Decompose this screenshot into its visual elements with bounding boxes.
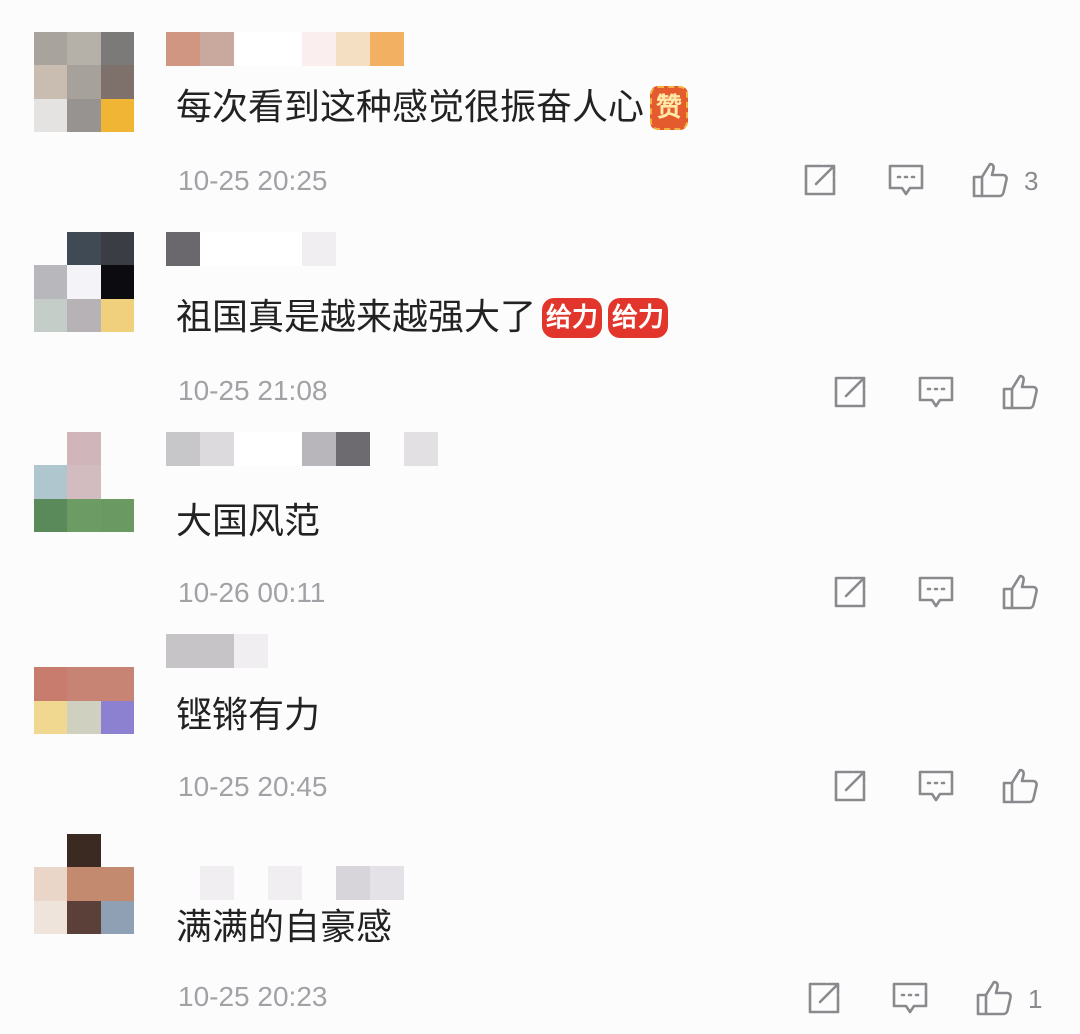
share-icon[interactable] xyxy=(830,766,870,806)
comment-time: 10-25 21:08 xyxy=(178,375,328,406)
comment-time: 10-25 20:23 xyxy=(178,981,328,1012)
comment-text-row: 大国风范 xyxy=(176,500,320,544)
username-blurred[interactable] xyxy=(166,634,268,668)
avatar[interactable] xyxy=(34,232,134,332)
thumbs-up-icon[interactable] xyxy=(1000,766,1040,806)
share-icon[interactable] xyxy=(800,160,840,200)
comment-icon[interactable] xyxy=(916,766,956,806)
thumbs-up-icon[interactable] xyxy=(1000,572,1040,612)
avatar[interactable] xyxy=(34,634,134,734)
username-blurred[interactable] xyxy=(166,866,404,900)
geili-emoji: 给力 xyxy=(542,298,603,338)
share-icon[interactable] xyxy=(804,978,844,1018)
comment-text-row: 满满的自豪感 xyxy=(176,906,392,950)
comment-icon[interactable] xyxy=(916,572,956,612)
comment-text-row: 铿锵有力 xyxy=(176,694,320,738)
username-blurred[interactable] xyxy=(166,432,438,466)
avatar[interactable] xyxy=(34,834,134,934)
comment-text: 满满的自豪感 xyxy=(176,907,393,948)
like-count: 1 xyxy=(1028,984,1043,1014)
share-icon[interactable] xyxy=(830,572,870,612)
username-blurred[interactable] xyxy=(166,32,404,66)
comment-text: 大国风范 xyxy=(176,501,321,542)
comment-icon[interactable] xyxy=(886,160,926,200)
geili-emoji: 给力 xyxy=(608,298,669,338)
like-count: 3 xyxy=(1024,166,1039,196)
comment-time: 10-25 20:45 xyxy=(178,771,328,802)
thumbs-up-icon[interactable] xyxy=(970,160,1010,200)
comment-time: 10-25 20:25 xyxy=(178,165,328,196)
comment-text: 铿锵有力 xyxy=(176,695,321,736)
comment-text: 每次看到这种感觉很振奋人心 xyxy=(176,87,645,128)
comment-text-row: 每次看到这种感觉很振奋人心 赞 xyxy=(176,86,689,130)
zan-emoji: 赞 xyxy=(650,86,689,130)
comment-icon[interactable] xyxy=(916,372,956,412)
thumbs-up-icon[interactable] xyxy=(974,978,1014,1018)
comment-icon[interactable] xyxy=(890,978,930,1018)
avatar[interactable] xyxy=(34,432,134,532)
thumbs-up-icon[interactable] xyxy=(1000,372,1040,412)
comment-text-row: 祖国真是越来越强大了 给力 给力 xyxy=(176,296,669,340)
comment-text: 祖国真是越来越强大了 xyxy=(176,297,537,338)
share-icon[interactable] xyxy=(830,372,870,412)
comment-time: 10-26 00:11 xyxy=(178,577,326,608)
avatar[interactable] xyxy=(34,32,134,132)
username-blurred[interactable] xyxy=(166,232,336,266)
